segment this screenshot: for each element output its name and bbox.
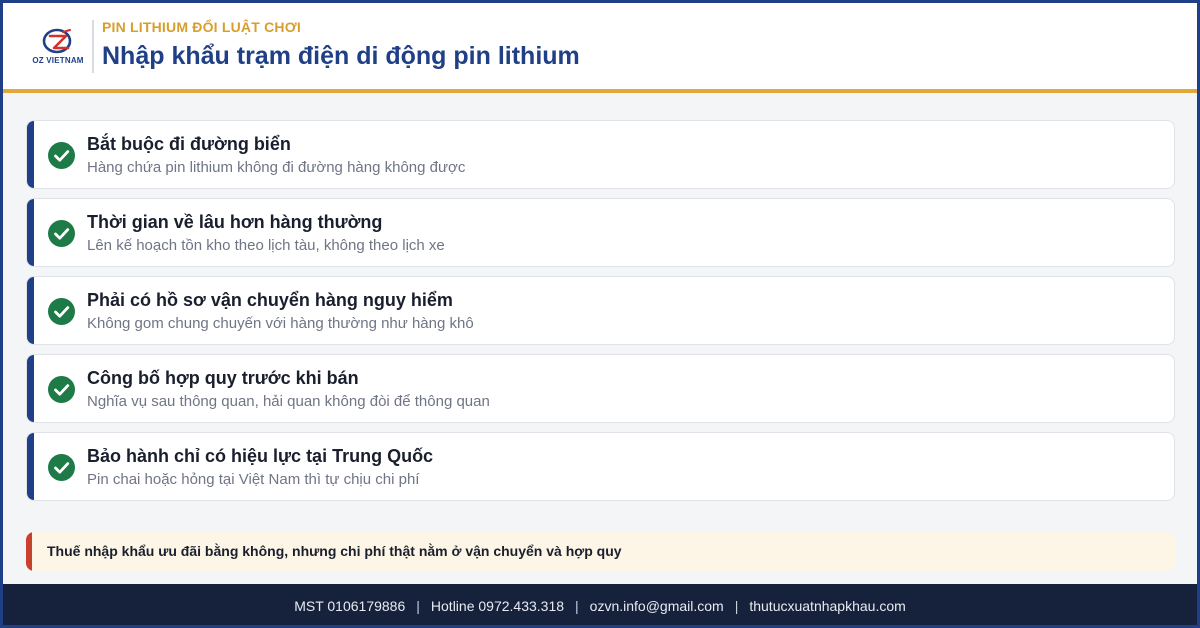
footer: MST 0106179886 | Hotline 0972.433.318 | … [0,584,1200,628]
checklist-item: Bắt buộc đi đường biển Hàng chứa pin lit… [26,120,1175,189]
footer-separator: | [734,598,739,614]
item-accent-bar [27,199,34,266]
checklist-item: Thời gian về lâu hơn hàng thường Lên kế … [26,198,1175,267]
header-divider [92,20,94,73]
item-subtitle: Lên kế hoạch tồn kho theo lịch tàu, khôn… [87,237,445,254]
callout-note: Thuế nhập khẩu ưu đãi bằng không, nhưng … [26,532,1175,571]
company-logo: OZ VIETNAM [30,26,86,74]
item-accent-bar [27,121,34,188]
footer-mst: MST 0106179886 [294,598,406,614]
footer-website[interactable]: thutucxuatnhapkhau.com [749,598,905,614]
item-title: Bắt buộc đi đường biển [87,134,291,154]
oz-logo-icon [42,28,72,54]
item-subtitle: Hàng chứa pin lithium không đi đường hàn… [87,159,466,176]
checklist-item: Công bố hợp quy trước khi bán Nghĩa vụ s… [26,354,1175,423]
check-circle-icon [48,376,75,403]
item-title: Công bố hợp quy trước khi bán [87,368,359,388]
footer-separator: | [575,598,579,614]
item-title: Thời gian về lâu hơn hàng thường [87,212,383,232]
item-subtitle: Pin chai hoặc hỏng tại Việt Nam thì tự c… [87,471,420,488]
checklist-item: Phải có hồ sơ vận chuyển hàng nguy hiểm … [26,276,1175,345]
check-circle-icon [48,298,75,325]
footer-separator: | [416,598,420,614]
item-accent-bar [27,277,34,344]
page-title: Nhập khẩu trạm điện di động pin lithium [102,42,580,70]
check-circle-icon [48,220,75,247]
item-title: Phải có hồ sơ vận chuyển hàng nguy hiểm [87,290,453,310]
footer-hotline[interactable]: Hotline 0972.433.318 [431,598,564,614]
logo-text: OZ VIETNAM [32,56,84,65]
item-subtitle: Không gom chung chuyến với hàng thường n… [87,315,474,332]
header-kicker: PIN LITHIUM ĐỔI LUẬT CHƠI [102,19,301,35]
check-circle-icon [48,142,75,169]
item-accent-bar [27,433,34,500]
checklist: Bắt buộc đi đường biển Hàng chứa pin lit… [26,120,1175,510]
note-text: Thuế nhập khẩu ưu đãi bằng không, nhưng … [47,543,622,559]
item-subtitle: Nghĩa vụ sau thông quan, hải quan không … [87,393,490,410]
note-accent-bar [26,532,32,571]
header: OZ VIETNAM PIN LITHIUM ĐỔI LUẬT CHƠI Nhậ… [0,0,1200,93]
checklist-item: Bảo hành chỉ có hiệu lực tại Trung Quốc … [26,432,1175,501]
item-title: Bảo hành chỉ có hiệu lực tại Trung Quốc [87,446,434,466]
check-circle-icon [48,454,75,481]
item-accent-bar [27,355,34,422]
footer-email[interactable]: ozvn.info@gmail.com [590,598,724,614]
